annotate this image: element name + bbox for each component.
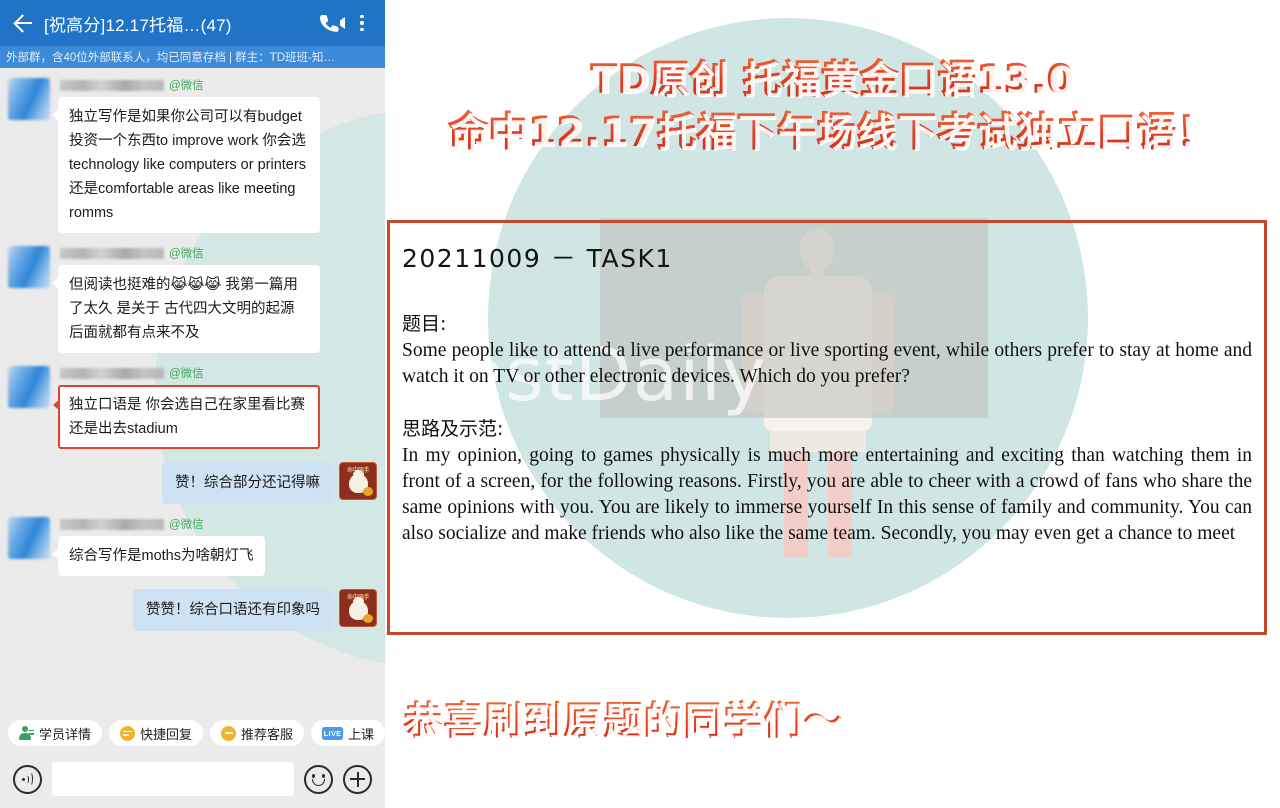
message-row-outgoing: 赞！综合部分还记得嘛 命中强手 (8, 462, 377, 504)
message-composer (0, 750, 385, 808)
plus-icon[interactable] (343, 764, 372, 794)
sender-source-tag: @微信 (169, 368, 204, 380)
question-label: 题目: (402, 313, 447, 335)
message-row: @微信 但阅读也挺难的😹😹😹 我第一篇用了太久 是关于 古代四大文明的起源 后面… (8, 246, 377, 353)
question-card: 20211009 － TASK1 题目: Some people like to… (387, 220, 1267, 635)
quick-action-student-details[interactable]: 学员详情 (8, 720, 103, 746)
avatar-gold-ingot (363, 487, 373, 496)
message-row-outgoing: 赞赞！综合口语还有印象吗 命中强手 (8, 589, 377, 631)
avatar[interactable] (8, 78, 50, 120)
message-bubble[interactable]: 赞！综合部分还记得嘛 (162, 462, 339, 504)
answer-text: In my opinion, going to games physically… (402, 445, 1252, 544)
quick-action-label: 推荐客服 (241, 726, 294, 742)
sender-source-tag: @微信 (169, 519, 204, 531)
more-options-icon[interactable] (349, 10, 375, 36)
question-text: Some people like to attend a live perfor… (402, 340, 1252, 387)
avatar[interactable] (8, 246, 50, 288)
smiley-icon[interactable] (304, 764, 333, 794)
avatar[interactable] (8, 366, 50, 408)
quick-action-label: 快捷回复 (140, 726, 193, 742)
chat-title: [祝高分]12.17托福…(47) (44, 15, 232, 35)
message-row: @微信 综合写作是moths为啥朝灯飞 (8, 517, 377, 576)
sender-name-redacted (60, 518, 164, 530)
message-bubble[interactable]: 独立口语是 你会选自己在家里看比赛还是出去stadium (53, 385, 320, 449)
chat-panel: [祝高分]12.17托福…(47) 外部群，含40位外部联系人，均已同意存档 |… (0, 0, 385, 808)
quick-action-bar: 学员详情 快捷回复 推荐客服 LIVE 上课 (0, 716, 385, 750)
message-row-highlighted: @微信 独立口语是 你会选自己在家里看比赛还是出去stadium (8, 366, 377, 449)
sender-name: @微信 (58, 246, 320, 260)
quick-action-live-class[interactable]: LIVE 上课 (311, 720, 385, 746)
avatar[interactable] (8, 517, 50, 559)
quick-action-recommend-service[interactable]: 推荐客服 (210, 720, 305, 746)
footer-line: 恭喜刷到原题的同学们～ (403, 690, 843, 746)
answer-label: 思路及示范: (402, 418, 504, 440)
avatar[interactable]: 命中强手 (339, 589, 377, 627)
sender-source-tag: @微信 (169, 248, 204, 260)
back-arrow-icon[interactable] (10, 10, 36, 36)
group-archive-notice: 外部群，含40位外部联系人，均已同意存档 | 群主：TD班班-知… (0, 46, 385, 68)
message-bubble[interactable]: 但阅读也挺难的😹😹😹 我第一篇用了太久 是关于 古代四大文明的起源 后面就都有点… (52, 265, 320, 353)
sender-name: @微信 (58, 78, 320, 92)
sender-source-tag: @微信 (169, 80, 204, 92)
sender-name: @微信 (58, 366, 320, 380)
poster-panel: TD原创 托福黄金口语13.0 命中12.17托福下午场线下考试独立口语！ Te… (385, 0, 1280, 808)
recommend-service-icon (221, 725, 237, 741)
live-class-icon: LIVE (322, 726, 344, 740)
card-title: 20211009 － TASK1 (402, 244, 673, 273)
message-bubble[interactable]: 赞赞！综合口语还有印象吗 (133, 589, 339, 631)
message-bubble[interactable]: 独立写作是如果你公司可以有budget投资一个东西to improve work… (52, 97, 320, 233)
chat-header: [祝高分]12.17托福…(47) (0, 0, 385, 46)
sender-name-redacted (60, 79, 164, 91)
person-detail-icon (19, 725, 34, 741)
poster-footer: 恭喜刷到原题的同学们～ (403, 690, 843, 746)
sender-name: @微信 (58, 517, 265, 531)
avatar-gold-ingot (363, 614, 373, 623)
quick-reply-icon (120, 725, 136, 741)
message-list: @微信 独立写作是如果你公司可以有budget投资一个东西to improve … (0, 68, 385, 716)
message-row: @微信 独立写作是如果你公司可以有budget投资一个东西to improve … (8, 78, 377, 233)
sender-name-redacted (60, 367, 164, 379)
avatar[interactable]: 命中强手 (339, 462, 377, 500)
quick-action-label: 学员详情 (39, 726, 92, 742)
quick-action-quick-reply[interactable]: 快捷回复 (109, 720, 204, 746)
video-call-icon[interactable] (315, 10, 349, 36)
sender-name-redacted (60, 247, 164, 259)
quick-action-label: 上课 (348, 726, 375, 742)
message-bubble[interactable]: 综合写作是moths为啥朝灯飞 (52, 536, 265, 576)
message-input[interactable] (52, 762, 294, 796)
voice-input-icon[interactable] (13, 764, 42, 794)
